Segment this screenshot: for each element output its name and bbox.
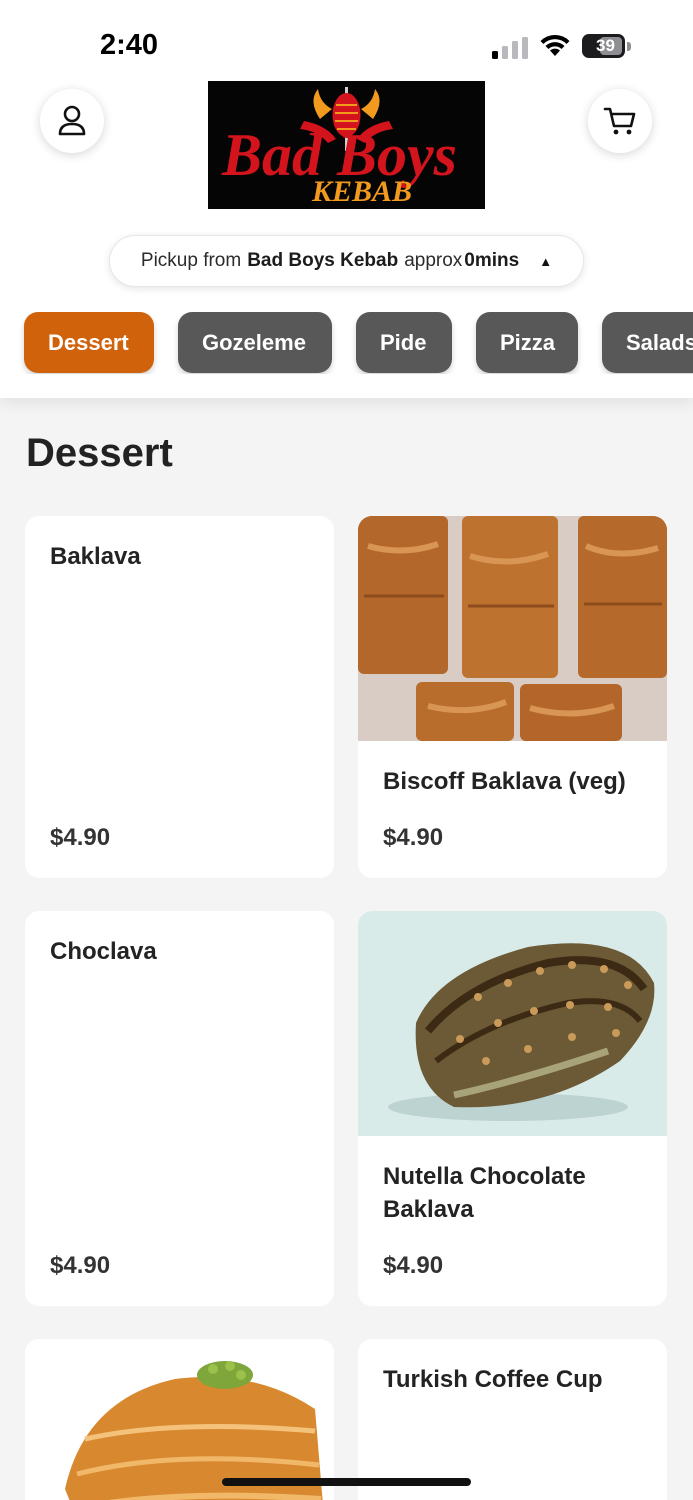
home-indicator[interactable]	[222, 1478, 471, 1486]
tab-salads[interactable]: Salads	[602, 312, 693, 373]
menu-item-card[interactable]	[25, 1339, 334, 1500]
brand-logo: Bad Boys KEBAB	[208, 81, 485, 209]
item-price: $4.90	[383, 824, 444, 851]
cart-button[interactable]	[588, 89, 652, 153]
menu-item-card[interactable]: Biscoff Baklava (veg) $4.90	[358, 516, 667, 878]
item-photo	[358, 516, 667, 741]
account-button[interactable]	[40, 89, 104, 153]
item-photo	[25, 1339, 334, 1500]
tab-dessert[interactable]: Dessert	[24, 312, 154, 373]
app-header: 2:40 39 Bad Boys KEBAB Pickup from Bad B…	[0, 0, 693, 398]
item-name: Nutella Chocolate Baklava	[383, 1163, 586, 1223]
pickup-time: 0mins	[464, 250, 520, 271]
wifi-icon	[540, 34, 570, 56]
pickup-prefix: Pickup from	[140, 250, 242, 271]
cart-icon	[603, 107, 636, 135]
kebab-skewer-logo: Bad Boys KEBAB	[208, 81, 485, 209]
pickup-selector[interactable]: Pickup from Bad Boys Kebab approx 0mins …	[109, 235, 584, 287]
pickup-approx: approx	[404, 250, 463, 271]
item-price: $4.90	[383, 1252, 444, 1279]
item-name: Baklava	[50, 543, 141, 570]
tab-pizza[interactable]: Pizza	[476, 312, 578, 373]
section-title: Dessert	[26, 431, 173, 475]
menu-item-card[interactable]: Baklava $4.90	[25, 516, 334, 878]
menu-item-card[interactable]: Turkish Coffee Cup	[358, 1339, 667, 1500]
caret-up-icon: ▲	[539, 253, 553, 269]
item-name: Turkish Coffee Cup	[383, 1366, 603, 1393]
tab-pide[interactable]: Pide	[356, 312, 452, 373]
item-photo	[358, 911, 667, 1136]
battery-indicator: 39	[582, 34, 625, 58]
cellular-signal-icon	[492, 37, 528, 59]
item-price: $4.90	[50, 1252, 111, 1279]
person-icon	[58, 105, 86, 136]
item-name: Choclava	[50, 938, 157, 965]
battery-nub	[627, 42, 631, 51]
item-name: Biscoff Baklava (veg)	[383, 768, 626, 795]
category-tabs: Dessert Gozeleme Pide Pizza Salads	[0, 312, 693, 374]
tab-gozeleme[interactable]: Gozeleme	[178, 312, 332, 373]
menu-item-card[interactable]: Choclava $4.90	[25, 911, 334, 1306]
menu-item-card[interactable]: Nutella Chocolate Baklava $4.90	[358, 911, 667, 1306]
status-time: 2:40	[100, 29, 159, 61]
battery-percent: 39	[596, 36, 615, 55]
item-price: $4.90	[50, 824, 111, 851]
logo-text-bottom: KEBAB	[311, 175, 412, 208]
pickup-store: Bad Boys Kebab	[247, 250, 399, 271]
